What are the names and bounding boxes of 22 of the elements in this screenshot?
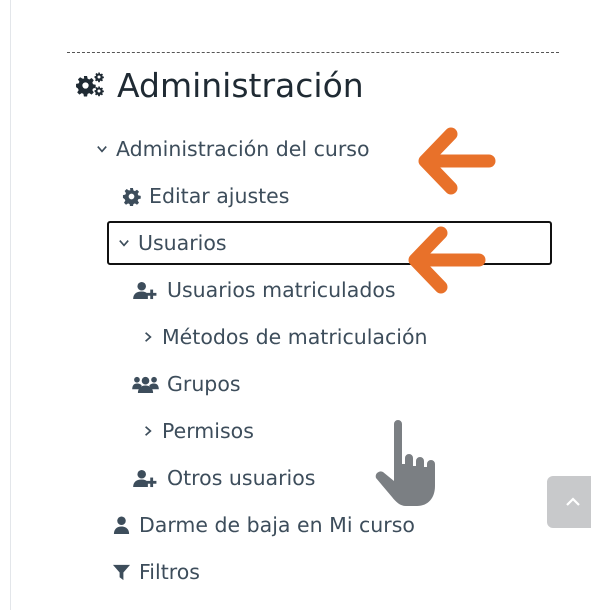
tree-item[interactable]: Grupos xyxy=(87,362,559,406)
tree-item[interactable]: Editar ajustes xyxy=(87,174,559,218)
block-title: Administración xyxy=(117,66,364,104)
filter-icon xyxy=(112,562,131,582)
person-icon xyxy=(112,516,131,534)
tree-item[interactable]: Administración del curso xyxy=(87,127,559,171)
user-plus-icon xyxy=(132,468,159,488)
scroll-to-top-button[interactable] xyxy=(547,476,591,528)
gear-icon xyxy=(122,186,141,206)
tree-item[interactable]: Permisos xyxy=(87,409,559,453)
tree-item[interactable]: Usuarios xyxy=(107,221,552,265)
chevron-right-icon xyxy=(142,425,154,437)
chevron-down-icon xyxy=(96,143,108,155)
chevron-down-icon xyxy=(118,237,130,249)
tree-item[interactable]: Métodos de matriculación xyxy=(87,315,559,359)
tree-item[interactable]: Usuarios matriculados xyxy=(87,268,559,312)
group-icon xyxy=(132,374,159,394)
tree-item[interactable]: Filtros xyxy=(87,550,559,594)
gears-icon xyxy=(75,72,105,98)
chevron-right-icon xyxy=(142,331,154,343)
user-plus-icon xyxy=(132,280,159,300)
chevron-up-icon xyxy=(565,497,581,507)
